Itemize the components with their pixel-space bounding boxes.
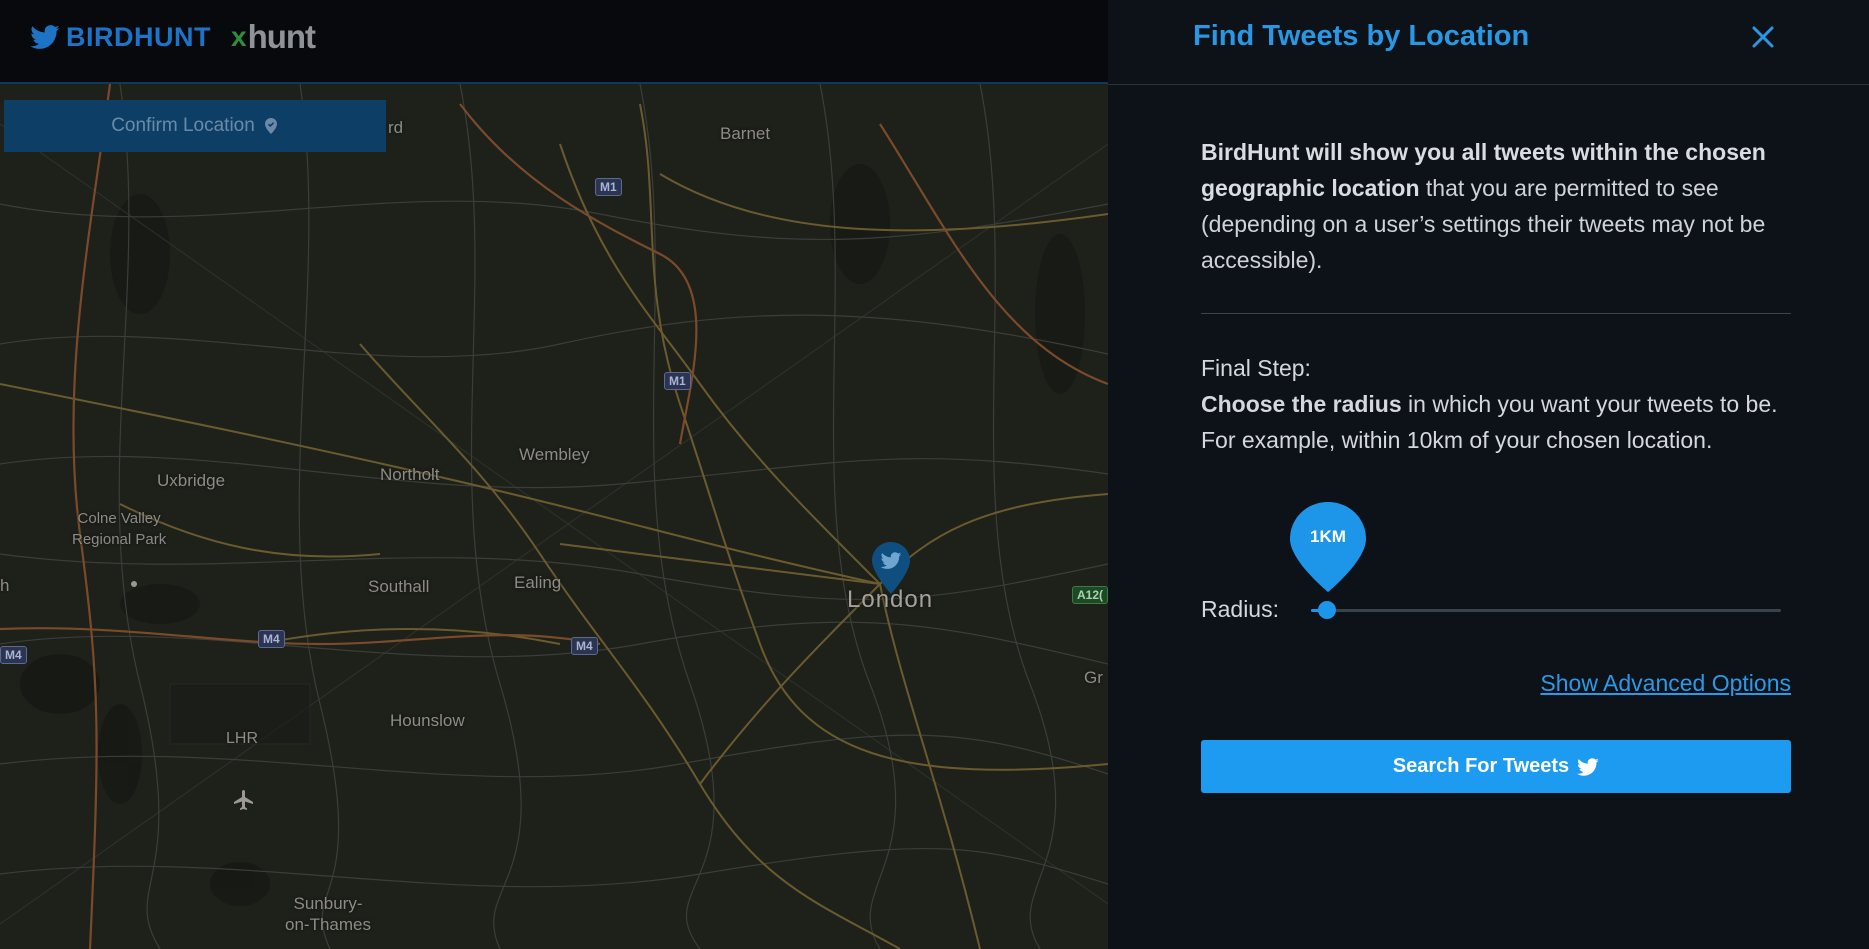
map-view[interactable]: Confirm Location rd Barnet Uxbridge Coln… — [0, 84, 1108, 949]
map-label-uxbridge: Uxbridge — [157, 471, 226, 490]
map-label-edge-rd: rd — [388, 118, 404, 137]
location-pin-icon[interactable] — [872, 542, 910, 594]
road-shield-m1-mid: M1 — [664, 372, 691, 390]
map-label-colne-valley: Colne Valley Regional Park — [72, 508, 166, 550]
radius-value-bubble — [1290, 502, 1366, 592]
map-point-marker — [131, 581, 137, 587]
road-shield-m1-top: M1 — [595, 178, 622, 196]
xhunt-x-mark: x — [231, 21, 247, 52]
map-label-sunbury-line1: Sunbury- — [293, 894, 363, 913]
road-shield-m4-mid: M4 — [571, 637, 598, 655]
twitter-bird-icon — [30, 25, 60, 49]
map-label-sunbury: Sunbury- on-Thames — [285, 893, 371, 935]
show-advanced-options-link[interactable]: Show Advanced Options — [1540, 670, 1791, 697]
map-label-sunbury-line2: on-Thames — [285, 915, 371, 934]
radius-value-text: 1KM — [1310, 527, 1346, 546]
radius-slider-track[interactable] — [1311, 609, 1781, 612]
map-label-edge-h: h — [0, 576, 10, 595]
radius-slider-thumb[interactable] — [1318, 601, 1336, 619]
top-header: BIRDHUNT x hunt — [0, 0, 1108, 84]
map-label-lhr: LHR — [226, 730, 259, 747]
airport-icon — [234, 790, 253, 810]
confirm-location-button[interactable]: Confirm Location — [4, 100, 386, 152]
map-label-colne-valley-line1: Colne Valley — [77, 510, 161, 527]
birdhunt-wordmark: BIRDHUNT — [66, 21, 211, 52]
map-label-northolt: Northolt — [380, 465, 440, 484]
road-shield-a12: A12( — [1072, 586, 1108, 604]
advanced-link-wrap: Show Advanced Options — [1201, 0, 1791, 710]
twitter-bird-icon — [1577, 757, 1599, 776]
birdhunt-logo[interactable]: BIRDHUNT — [30, 22, 211, 53]
brand-logos: BIRDHUNT x hunt — [30, 18, 316, 56]
road-shield-m4-left: M4 — [258, 630, 285, 648]
road-shield-m4-edge: M4 — [0, 646, 27, 664]
xhunt-wordmark: hunt — [247, 18, 316, 55]
map-label-ealing: Ealing — [514, 573, 562, 592]
map-label-hounslow: Hounslow — [390, 711, 465, 730]
map-label-southall: Southall — [368, 577, 430, 596]
map-label-wembley: Wembley — [519, 445, 590, 464]
find-tweets-panel: Find Tweets by Location BirdHunt will sh… — [1108, 0, 1869, 949]
map-label-barnet: Barnet — [720, 124, 771, 143]
map-label-edge-gr: Gr — [1084, 668, 1103, 687]
search-for-tweets-button[interactable]: Search For Tweets — [1201, 740, 1791, 793]
location-check-icon — [264, 118, 277, 134]
search-for-tweets-label: Search For Tweets — [1392, 755, 1570, 777]
map-label-colne-valley-line2: Regional Park — [72, 531, 167, 548]
confirm-location-label: Confirm Location — [111, 115, 255, 136]
xhunt-logo[interactable]: x hunt — [231, 18, 316, 56]
